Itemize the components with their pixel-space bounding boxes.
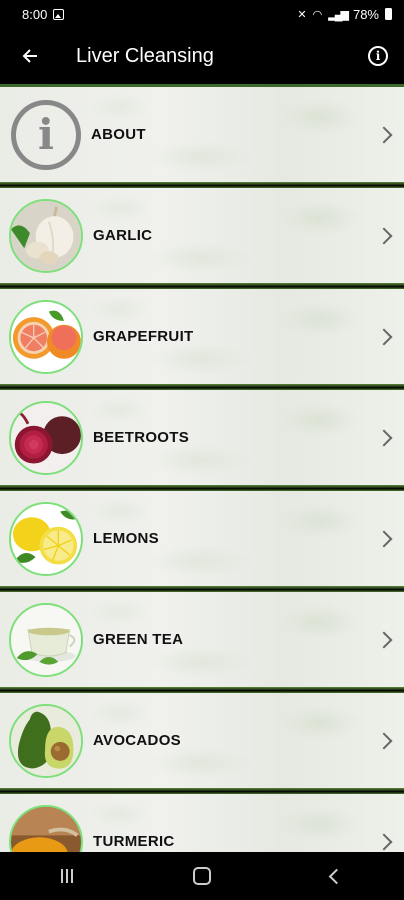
- chevron-right-icon: [375, 631, 393, 648]
- list-item-label: TURMERIC: [93, 833, 175, 850]
- signal-icon: ▂▄▆: [328, 8, 349, 21]
- gallery-notification-icon: [53, 8, 65, 20]
- mute-icon: ✕: [297, 8, 307, 21]
- back-icon: [328, 868, 345, 884]
- list-item-avocados[interactable]: AVOCADOS: [0, 693, 404, 788]
- avocado-icon: [9, 703, 83, 778]
- chevron-right-icon: [375, 429, 393, 446]
- info-icon: i: [11, 99, 81, 170]
- lemon-icon: [9, 501, 83, 576]
- turmeric-icon: [9, 804, 83, 852]
- chevron-right-icon: [375, 126, 393, 143]
- list-item-green-tea[interactable]: GREEN TEA: [0, 592, 404, 687]
- info-circle-icon: i: [368, 46, 388, 66]
- app-title: Liver Cleansing: [76, 44, 214, 67]
- system-nav-bar: [0, 852, 404, 900]
- chevron-right-icon: [375, 833, 393, 850]
- recents-icon: [61, 869, 74, 883]
- wifi-icon: ◠: [312, 8, 323, 21]
- battery-icon: [385, 8, 392, 20]
- battery-percent: 78%: [352, 6, 379, 22]
- list-item-beetroots[interactable]: BEETROOTS: [0, 390, 404, 485]
- beetroot-icon: [9, 400, 83, 475]
- list-item-label: GARLIC: [93, 227, 153, 244]
- list-item-label: LEMONS: [93, 530, 159, 547]
- info-button[interactable]: i: [352, 28, 404, 84]
- list-item-about[interactable]: i ABOUT: [0, 87, 404, 182]
- green-tea-icon: [9, 602, 83, 677]
- app-bar: Liver Cleansing i: [0, 28, 404, 84]
- arrow-left-icon: [22, 49, 37, 63]
- chevron-right-icon: [375, 328, 393, 345]
- list-item-label: GREEN TEA: [93, 631, 184, 648]
- home-icon: [192, 867, 211, 885]
- list-item-label: ABOUT: [91, 126, 146, 143]
- list-item-lemons[interactable]: LEMONS: [0, 491, 404, 586]
- back-button[interactable]: [0, 28, 60, 84]
- chevron-right-icon: [375, 530, 393, 547]
- item-list[interactable]: i ABOUT GARLIC GRAPEFRUIT BEETROOTS LEMO…: [0, 84, 404, 852]
- list-item-label: GRAPEFRUIT: [93, 328, 194, 345]
- recents-button[interactable]: [37, 852, 97, 900]
- status-bar: 8:00 ✕ ◠ ▂▄▆ 78%: [0, 0, 404, 28]
- list-item-grapefruit[interactable]: GRAPEFRUIT: [0, 289, 404, 384]
- list-item-turmeric[interactable]: TURMERIC: [0, 794, 404, 852]
- chevron-right-icon: [375, 732, 393, 749]
- list-item-label: BEETROOTS: [93, 429, 190, 446]
- list-item-garlic[interactable]: GARLIC: [0, 188, 404, 283]
- home-button[interactable]: [172, 852, 232, 900]
- garlic-icon: [9, 198, 83, 273]
- status-time: 8:00: [22, 6, 48, 22]
- list-item-label: AVOCADOS: [93, 732, 181, 749]
- grapefruit-icon: [9, 299, 83, 374]
- nav-back-button[interactable]: [307, 852, 367, 900]
- chevron-right-icon: [375, 227, 393, 244]
